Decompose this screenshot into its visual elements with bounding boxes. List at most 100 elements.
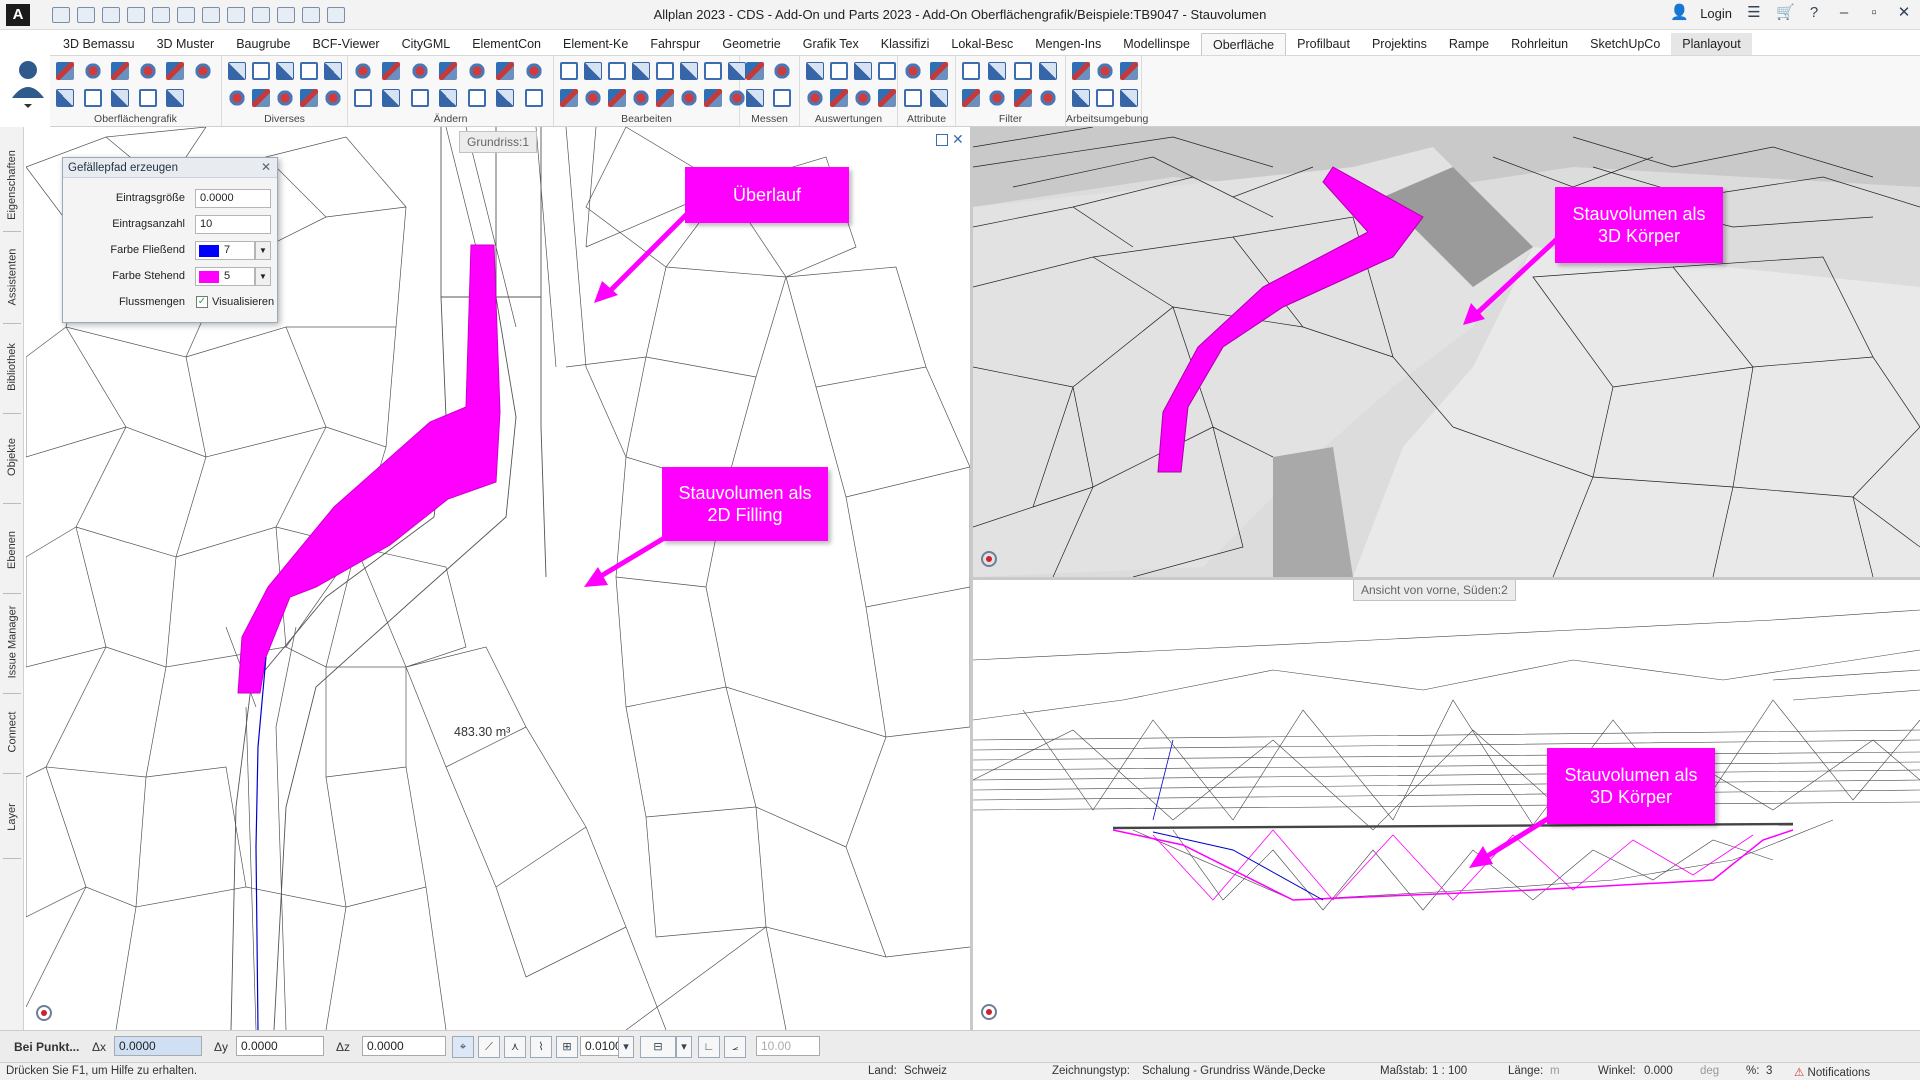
chevron-down-icon[interactable]: ▼ [255, 267, 271, 286]
ribbon-tool-icon[interactable] [382, 62, 401, 80]
tab-3d-muster[interactable]: 3D Muster [146, 33, 226, 55]
angle-snap-icon[interactable]: ⦟ [724, 1036, 746, 1058]
ribbon-tool-icon[interactable] [772, 62, 791, 80]
side-tab-assistenten[interactable]: Assistenten [3, 237, 21, 317]
ribbon-tool-icon[interactable] [904, 89, 922, 107]
side-tab-layer[interactable]: Layer [3, 782, 21, 852]
viewport-nav-icon[interactable] [36, 1005, 52, 1021]
drawing-type-value[interactable]: Schalung - Grundriss Wände,Decke [1142, 1065, 1325, 1077]
dy-input[interactable]: 0.0000 [236, 1036, 324, 1056]
ribbon-tool-icon[interactable] [56, 62, 74, 80]
ribbon-tool-icon[interactable] [878, 89, 896, 107]
tools-icon[interactable] [302, 6, 320, 23]
tab-sketchupco[interactable]: SketchUpCo [1579, 33, 1671, 55]
ribbon-tool-icon[interactable] [560, 89, 578, 107]
edit-icon[interactable] [127, 6, 145, 23]
ribbon-tool-icon[interactable] [228, 62, 246, 80]
allplan-logo-icon[interactable]: A [6, 3, 30, 26]
tab-citygml[interactable]: CityGML [391, 33, 462, 55]
ribbon-tool-icon[interactable] [632, 89, 650, 107]
viewport-close-icon[interactable]: ✕ [952, 131, 964, 148]
ribbon-tool-icon[interactable] [1039, 89, 1058, 107]
eintragsanzahl-input[interactable]: 10 [195, 215, 271, 234]
ribbon-tool-icon[interactable] [252, 89, 270, 107]
ribbon-tool-icon[interactable] [1072, 89, 1090, 107]
ribbon-tool-icon[interactable] [1096, 62, 1114, 80]
ribbon-tool-icon[interactable] [300, 89, 318, 107]
scale-value[interactable]: 1 : 100 [1432, 1065, 1467, 1077]
ribbon-tool-icon[interactable] [1072, 62, 1090, 80]
ribbon-tool-icon[interactable] [193, 62, 212, 80]
ribbon-tool-icon[interactable] [680, 62, 698, 80]
ribbon-tool-icon[interactable] [1096, 89, 1114, 107]
notifications-button[interactable]: ⚠ Notifications [1794, 1065, 1870, 1079]
ribbon-tool-icon[interactable] [439, 62, 458, 80]
tab-klassifizi[interactable]: Klassifizi [870, 33, 941, 55]
ribbon-tool-icon[interactable] [496, 62, 515, 80]
ribbon-tool-icon[interactable] [680, 89, 698, 107]
ribbon-tool-icon[interactable] [854, 62, 872, 80]
ribbon-tool-icon[interactable] [608, 62, 626, 80]
ribbon-tool-icon[interactable] [324, 89, 342, 107]
chevron-down-icon[interactable]: ▼ [255, 241, 271, 260]
ribbon-tool-icon[interactable] [496, 89, 515, 107]
front-viewport[interactable]: Ansicht von vorne, Süden:2 Stauvolumen a… [973, 580, 1920, 1030]
ribbon-tool-icon[interactable] [252, 62, 270, 80]
ribbon-tool-icon[interactable] [83, 89, 102, 107]
ribbon-tool-icon[interactable] [656, 89, 674, 107]
land-value[interactable]: Schweiz [904, 1065, 947, 1077]
ribbon-tool-icon[interactable] [410, 62, 429, 80]
angle-unit[interactable]: deg [1700, 1065, 1719, 1077]
ribbon-tool-icon[interactable] [1039, 62, 1058, 80]
tab-projektins[interactable]: Projektins [1361, 33, 1438, 55]
ribbon-tool-icon[interactable] [382, 89, 401, 107]
list-icon[interactable]: ☰ [1746, 5, 1762, 21]
tab-rohrleitun[interactable]: Rohrleitun [1500, 33, 1579, 55]
print-icon[interactable] [152, 6, 170, 23]
side-tab-connect[interactable]: Connect [3, 697, 21, 767]
visualisieren-checkbox[interactable]: ✓ [196, 296, 208, 308]
ribbon-tool-icon[interactable] [704, 62, 722, 80]
ribbon-tool-icon[interactable] [1013, 89, 1032, 107]
ribbon-tool-icon[interactable] [584, 62, 602, 80]
ribbon-tool-icon[interactable] [962, 62, 980, 80]
ribbon-tool-icon[interactable] [987, 89, 1006, 107]
point-mode-label[interactable]: Bei Punkt... [14, 1040, 79, 1054]
ribbon-tool-icon[interactable] [300, 62, 318, 80]
view-icon[interactable] [227, 6, 245, 23]
tab-element-ke[interactable]: Element-Ke [552, 33, 639, 55]
ribbon-tool-icon[interactable] [584, 89, 602, 107]
tab-profilbaut[interactable]: Profilbaut [1286, 33, 1361, 55]
customize-icon[interactable] [327, 6, 345, 23]
ribbon-tool-icon[interactable] [467, 62, 486, 80]
ribbon-tool-icon[interactable] [354, 89, 372, 107]
ribbon-tool-icon[interactable] [111, 89, 129, 107]
ribbon-tool-icon[interactable] [929, 62, 948, 80]
tab-grafik-tex[interactable]: Grafik Tex [792, 33, 870, 55]
open-icon[interactable] [77, 6, 95, 23]
redo-icon[interactable] [202, 6, 220, 23]
tab-elementcon[interactable]: ElementCon [461, 33, 552, 55]
ribbon-tool-icon[interactable] [56, 89, 74, 107]
snap-track-icon[interactable]: ⌇ [530, 1036, 552, 1058]
ribbon-tool-icon[interactable] [878, 62, 896, 80]
ribbon-tool-icon[interactable] [166, 62, 184, 80]
ribbon-tool-icon[interactable] [560, 62, 578, 80]
eintragsgroesse-input[interactable]: 0.0000 [195, 189, 271, 208]
chevron-down-icon[interactable]: ▾ [676, 1036, 692, 1058]
side-tab-objekte[interactable]: Objekte [3, 417, 21, 497]
tab-3d-bemassu[interactable]: 3D Bemassu [52, 33, 146, 55]
ribbon-tool-icon[interactable] [524, 89, 543, 107]
ribbon-tool-icon[interactable] [324, 62, 342, 80]
ribbon-tool-icon[interactable] [467, 89, 486, 107]
ribbon-tool-icon[interactable] [656, 62, 674, 80]
ribbon-tool-icon[interactable] [166, 89, 184, 107]
minimize-icon[interactable]: – [1836, 5, 1852, 21]
new-icon[interactable] [52, 6, 70, 23]
dx-input[interactable]: 0.0000 [114, 1036, 202, 1056]
ribbon-tool-icon[interactable] [608, 89, 626, 107]
viewport-maximize-icon[interactable] [936, 134, 948, 146]
tab-lokal-besc[interactable]: Lokal-Besc [940, 33, 1024, 55]
farbe-fliessend-select[interactable]: 7 [195, 241, 255, 260]
ribbon-tool-icon[interactable] [138, 89, 157, 107]
